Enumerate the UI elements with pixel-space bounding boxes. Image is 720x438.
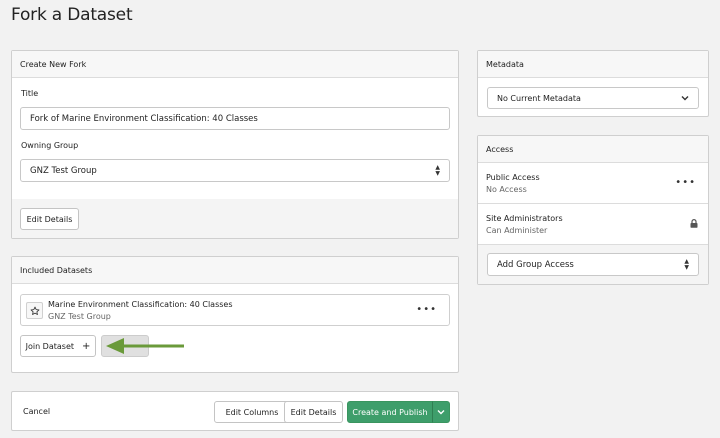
footer-panel: Cancel Edit Columns Edit Details Create … (11, 391, 459, 431)
access-row-public: Public Access No Access ••• (478, 163, 708, 204)
select-arrows-icon: ▲ ▼ (684, 257, 689, 271)
join-dataset-button[interactable]: Join Dataset + (20, 335, 96, 357)
metadata-panel: Metadata No Current Metadata (477, 50, 709, 117)
join-dataset-label: Join Dataset (25, 341, 75, 351)
create-and-publish-label: Create and Publish (352, 407, 428, 417)
dataset-list-item[interactable]: Marine Environment Classification: 40 Cl… (20, 294, 450, 326)
access-row-subtitle: No Access (486, 185, 527, 194)
dataset-star-icon[interactable] (26, 302, 43, 319)
access-row-subtitle: Can Administer (486, 226, 548, 235)
dataset-group: GNZ Test Group (48, 312, 111, 321)
select-arrows-icon: ▲ ▼ (435, 163, 440, 177)
metadata-select-value: No Current Metadata (497, 93, 581, 103)
cancel-button[interactable]: Cancel (23, 407, 50, 416)
footer-edit-details-button[interactable]: Edit Details (284, 401, 343, 423)
add-group-access-select[interactable]: Add Group Access ▲ ▼ (487, 253, 699, 276)
included-datasets-panel: Included Datasets Marine Environment Cla… (11, 256, 459, 373)
edit-details-button[interactable]: Edit Details (20, 208, 79, 230)
arrow-annotation-icon (106, 338, 184, 354)
chevron-down-icon (681, 96, 689, 101)
access-row-title: Site Administrators (486, 214, 563, 223)
create-dropdown-button[interactable] (432, 401, 450, 423)
create-fork-panel: Create New Fork Title Fork of Marine Env… (11, 50, 459, 239)
metadata-select[interactable]: No Current Metadata (487, 87, 699, 109)
metadata-header: Metadata (478, 51, 708, 78)
access-row-admins: Site Administrators Can Administer (478, 204, 708, 244)
included-datasets-header: Included Datasets (12, 257, 458, 284)
title-input[interactable]: Fork of Marine Environment Classificatio… (20, 107, 450, 130)
create-and-publish-button[interactable]: Create and Publish (347, 401, 433, 423)
title-label: Title (21, 89, 39, 98)
footer-edit-details-label: Edit Details (290, 407, 337, 417)
chevron-down-icon (437, 410, 445, 415)
access-header: Access (478, 136, 708, 163)
owning-group-label: Owning Group (21, 141, 79, 150)
plus-icon: + (82, 340, 91, 352)
more-icon[interactable]: ••• (675, 177, 696, 188)
edit-columns-button[interactable]: Edit Columns (214, 401, 290, 423)
access-panel: Access Public Access No Access ••• Site … (477, 135, 709, 285)
edit-details-button-label: Edit Details (26, 214, 73, 224)
create-fork-header: Create New Fork (12, 51, 458, 78)
dataset-name: Marine Environment Classification: 40 Cl… (48, 300, 233, 309)
access-row-title: Public Access (486, 173, 540, 182)
lock-icon (690, 219, 698, 228)
title-input-value: Fork of Marine Environment Classificatio… (30, 113, 258, 124)
page-title: Fork a Dataset (11, 5, 133, 25)
add-group-access-label: Add Group Access (497, 259, 574, 270)
dataset-more-icon[interactable]: ••• (416, 304, 437, 315)
owning-group-value: GNZ Test Group (30, 165, 97, 176)
owning-group-select[interactable]: GNZ Test Group ▲ ▼ (20, 159, 450, 182)
edit-columns-label: Edit Columns (225, 407, 279, 417)
